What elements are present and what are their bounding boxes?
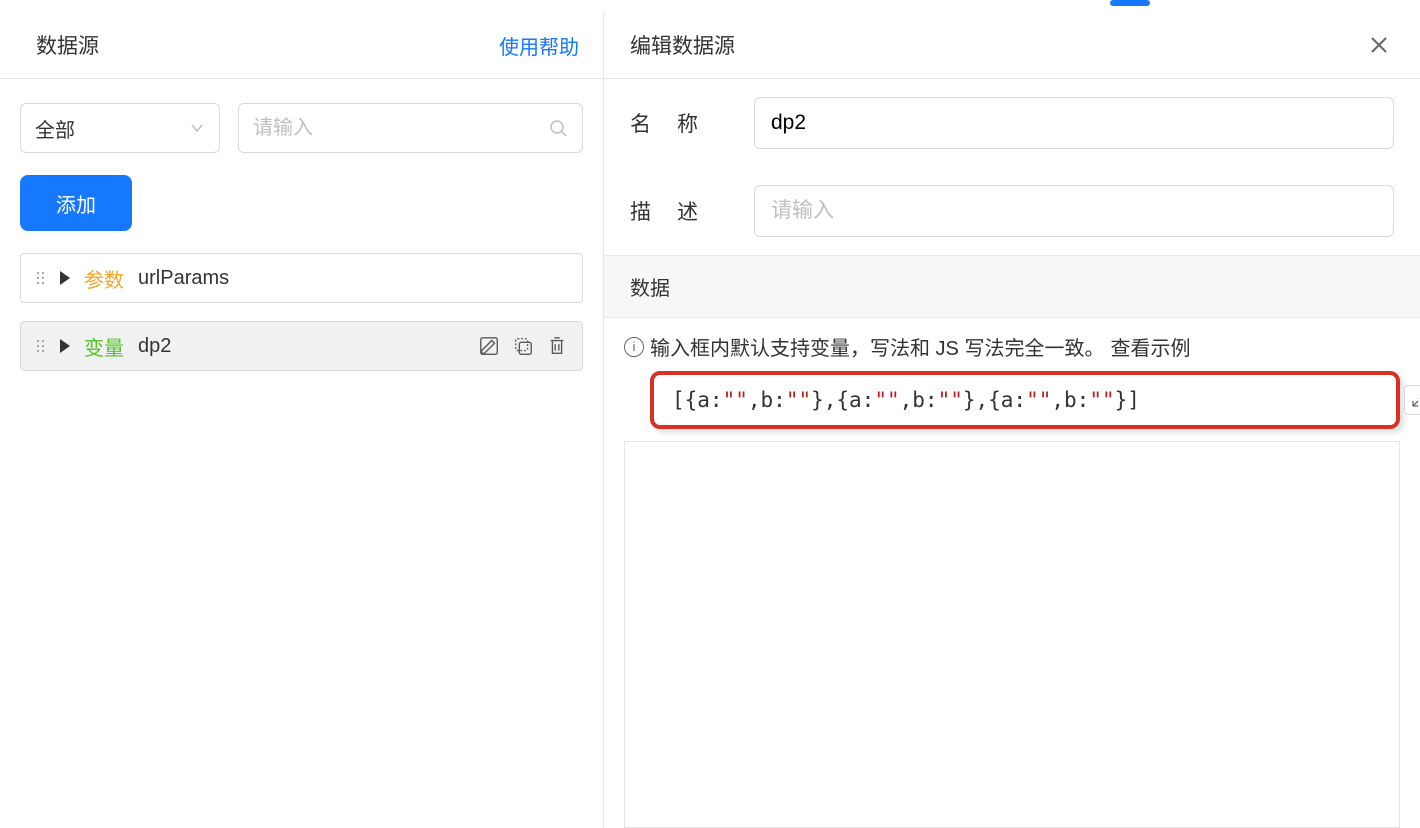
edit-icon[interactable] [478,335,500,357]
top-tab-indicator [1110,0,1150,6]
item-type-tag: 变量 [84,332,124,361]
hint-text: 输入框内默认支持变量，写法和 JS 写法完全一致。 [650,332,1104,361]
code-content: [{a:"",b:""},{a:"",b:""},{a:"",b:""}] [672,388,1140,412]
drag-handle-icon[interactable] [35,272,46,284]
data-code-input[interactable]: [{a:"",b:""},{a:"",b:""},{a:"",b:""}] [650,371,1400,429]
copy-icon[interactable] [512,335,534,357]
filter-type-select[interactable]: 全部 [20,103,220,153]
filter-type-value: 全部 [35,114,75,143]
item-type-tag: 参数 [84,264,124,293]
info-icon: i [624,337,644,357]
name-label: 名称 [630,108,750,138]
search-box[interactable] [238,103,583,153]
help-link[interactable]: 使用帮助 [499,31,579,60]
add-button[interactable]: 添加 [20,175,132,231]
drag-handle-icon[interactable] [35,340,46,352]
edit-panel: 编辑数据源 名称 描述 数据 i 输入框内默认支持变量，写法和 JS 写法完全一… [604,12,1420,828]
list-item[interactable]: 参数 urlParams [20,253,583,303]
close-icon[interactable] [1364,30,1394,60]
right-panel-title: 编辑数据源 [630,30,735,60]
left-panel-title: 数据源 [36,30,99,60]
description-input[interactable] [754,185,1394,237]
search-input[interactable] [253,117,548,140]
datasource-list: 参数 urlParams 变量 dp2 [20,253,583,371]
expand-arrow-icon[interactable] [60,271,70,285]
item-name: dp2 [138,335,171,358]
left-panel-header: 数据源 使用帮助 [0,12,603,79]
name-input[interactable] [754,97,1394,149]
datasource-panel: 数据源 使用帮助 全部 添加 [0,12,604,828]
delete-icon[interactable] [546,335,568,357]
hint-row: i 输入框内默认支持变量，写法和 JS 写法完全一致。 查看示例 [604,318,1420,371]
expand-icon[interactable] [1404,385,1420,415]
expand-arrow-icon[interactable] [60,339,70,353]
description-label: 描述 [630,196,750,226]
search-icon [548,118,568,138]
code-editor-area[interactable] [624,441,1400,828]
data-section-header: 数据 [604,255,1420,318]
item-name: urlParams [138,267,229,290]
right-panel-header: 编辑数据源 [604,12,1420,79]
view-example-link[interactable]: 查看示例 [1110,332,1190,361]
list-item[interactable]: 变量 dp2 [20,321,583,371]
chevron-down-icon [189,120,205,136]
